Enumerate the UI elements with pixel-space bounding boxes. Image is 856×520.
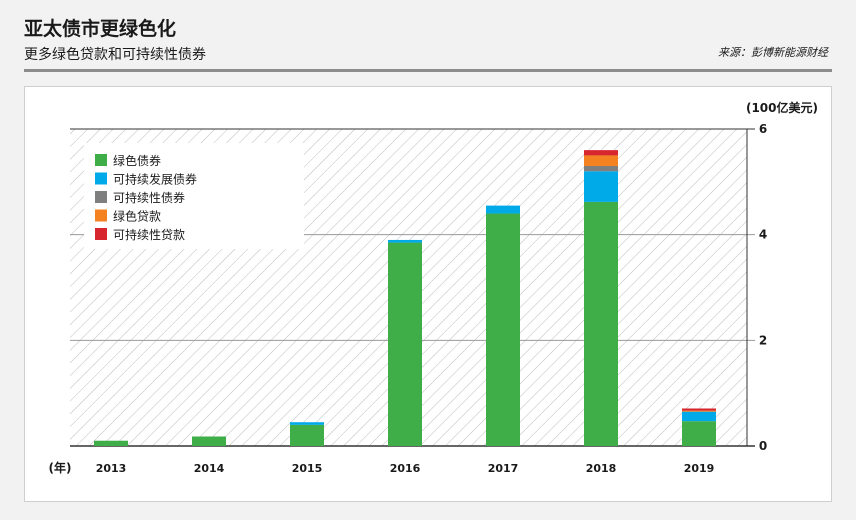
bar-segment xyxy=(682,421,716,446)
bar-chart: 0 2 4 6 2013 2014 2015 2016 2017 2018 2019 (100亿美元… xyxy=(49,100,818,475)
bar-segment xyxy=(682,410,716,412)
legend-label: 可持续性债券 xyxy=(113,190,185,205)
bar-segment xyxy=(486,205,520,214)
bar-segment xyxy=(94,440,128,446)
legend-swatch xyxy=(95,209,107,222)
x-axis-unit-label: (年) xyxy=(49,460,72,475)
legend-swatch xyxy=(95,154,107,166)
legend-swatch xyxy=(95,172,107,185)
bar-segment xyxy=(584,155,618,166)
bar-segment xyxy=(682,411,716,422)
bar-segment xyxy=(290,422,324,425)
y-tick-label: 4 xyxy=(759,228,767,242)
bar-segment xyxy=(584,171,618,202)
legend-label: 可持续性贷款 xyxy=(113,227,185,242)
legend: 绿色债券可持续发展债券可持续性债券绿色贷款可持续性贷款 xyxy=(84,143,304,249)
bar-segment xyxy=(584,165,618,172)
bar-segment xyxy=(388,242,422,446)
bar-segment xyxy=(486,213,520,446)
bar-segment xyxy=(682,408,716,411)
x-tick-label: 2017 xyxy=(488,462,519,475)
y-axis-unit-label: (100亿美元) xyxy=(746,100,818,115)
bar-segment xyxy=(388,239,422,243)
x-tick-label: 2015 xyxy=(292,462,323,475)
x-tick-label: 2016 xyxy=(390,462,421,475)
y-tick-label: 6 xyxy=(759,122,767,136)
legend-swatch xyxy=(95,191,107,203)
bar-segment xyxy=(290,424,324,446)
bar-segment xyxy=(584,201,618,446)
legend-label: 绿色债券 xyxy=(113,153,161,168)
legend-label: 可持续发展债券 xyxy=(113,172,197,187)
legend-label: 绿色贷款 xyxy=(113,209,161,224)
y-tick-label: 2 xyxy=(759,333,767,347)
x-tick-label: 2019 xyxy=(684,462,715,475)
bar-segment xyxy=(192,436,226,446)
x-tick-label: 2013 xyxy=(96,462,127,475)
bar-segment xyxy=(584,150,618,156)
legend-swatch xyxy=(95,228,107,240)
y-tick-label: 0 xyxy=(759,439,767,453)
x-tick-label: 2014 xyxy=(194,462,225,475)
x-tick-label: 2018 xyxy=(586,462,617,475)
